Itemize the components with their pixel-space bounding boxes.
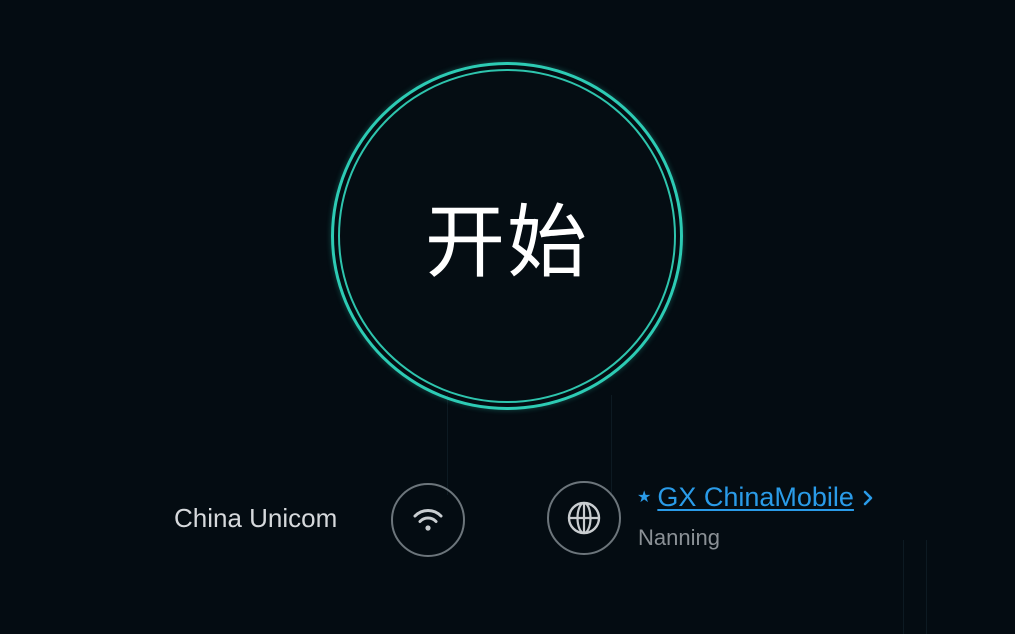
divider-line: [926, 540, 927, 634]
go-button-label: 开始: [425, 196, 589, 289]
globe-icon[interactable]: [547, 481, 621, 555]
server-name[interactable]: GX ChinaMobile: [657, 482, 854, 513]
star-icon: ★: [637, 487, 652, 506]
divider-line: [447, 395, 448, 495]
chevron-right-icon[interactable]: [862, 489, 874, 507]
divider-line: [611, 395, 612, 495]
speedtest-screen: 开始 China Unicom ★ GX ChinaMobile Nanning: [0, 0, 1015, 634]
server-location: Nanning: [638, 525, 720, 550]
divider-line: [903, 540, 904, 634]
isp-name: China Unicom: [174, 503, 338, 533]
go-button[interactable]: 开始: [331, 62, 683, 410]
change-server-link[interactable]: ★ GX ChinaMobile: [637, 482, 874, 513]
wifi-icon: [391, 483, 465, 557]
